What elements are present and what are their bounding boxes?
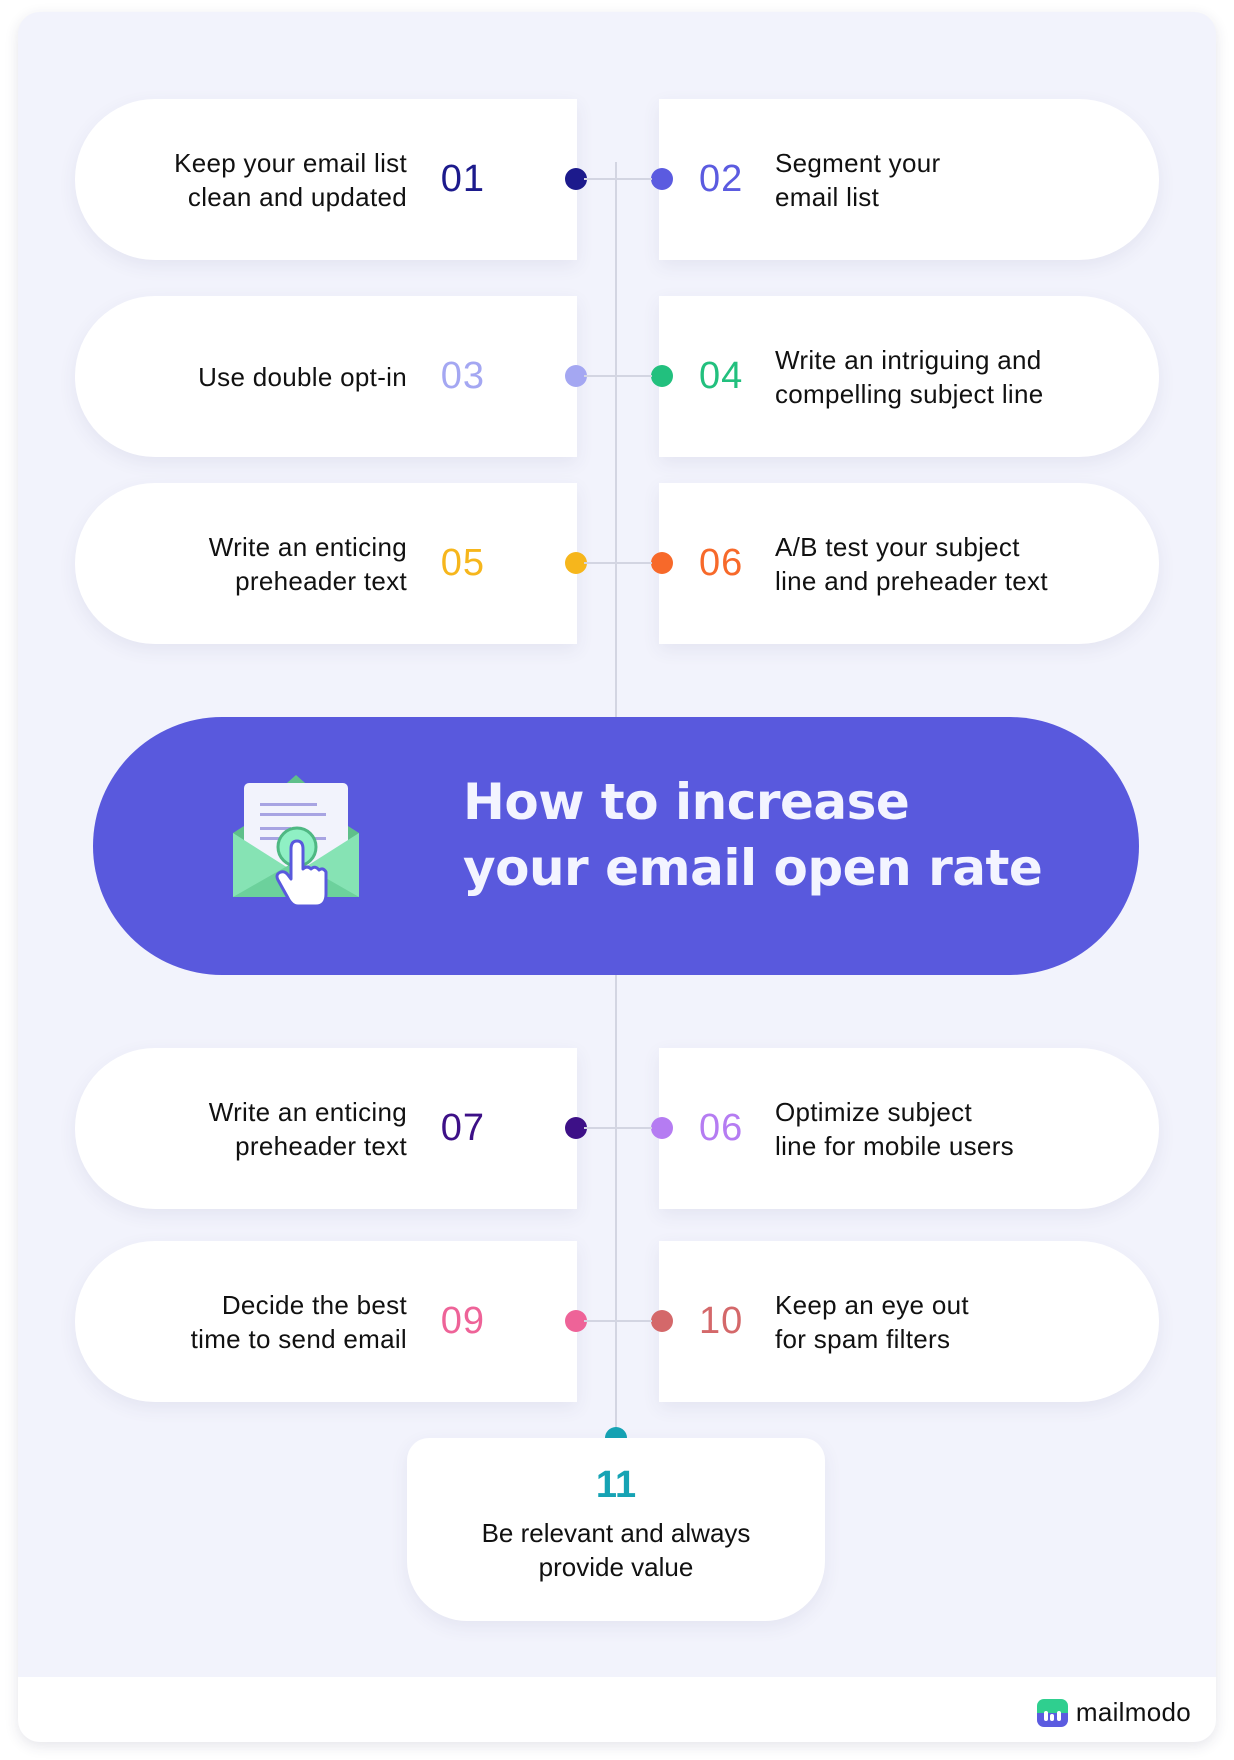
connector-line bbox=[584, 1127, 620, 1129]
tip-text-line-2: line and preheader text bbox=[775, 565, 1048, 596]
connector-line bbox=[616, 562, 652, 564]
tip-text-line-2: email list bbox=[775, 181, 880, 212]
footer: mailmodo bbox=[18, 1677, 1216, 1742]
tip-number: 06 bbox=[699, 1107, 744, 1149]
tip-text-line-1: Decide the best bbox=[221, 1289, 407, 1320]
tip-text-line-1: A/B test your subject bbox=[775, 531, 1020, 562]
page-title: How to increase your email open rate bbox=[463, 769, 1043, 901]
tip-card-7: 07 Write an enticing preheader text bbox=[75, 1048, 577, 1209]
tip-text-line-1: Be relevant and always bbox=[481, 1518, 751, 1548]
timeline-dot-06 bbox=[651, 552, 673, 574]
tip-text-line-2: time to send email bbox=[190, 1323, 407, 1354]
tip-text: Segment your email list bbox=[775, 99, 940, 260]
tip-text: Use double opt-in bbox=[198, 296, 407, 457]
brand-name: mailmodo bbox=[1075, 1697, 1191, 1727]
tip-number: 05 bbox=[440, 542, 485, 584]
timeline-dot-04 bbox=[651, 365, 673, 387]
tip-text: Keep an eye out for spam filters bbox=[775, 1241, 969, 1402]
connector-line bbox=[584, 178, 620, 180]
connector-line bbox=[616, 178, 652, 180]
tip-text-line-1: Keep your email list bbox=[174, 147, 407, 178]
mailmodo-logo-icon bbox=[1036, 1698, 1068, 1727]
tip-text: Write an enticing preheader text bbox=[209, 1048, 407, 1209]
tip-number: 06 bbox=[699, 542, 744, 584]
tip-card-1: 01 Keep your email list clean and updated bbox=[75, 99, 577, 260]
tip-text-line-1: Write an intriguing and bbox=[775, 344, 1042, 375]
tip-text-line-1: Keep an eye out bbox=[775, 1289, 969, 1320]
connector-line bbox=[584, 1320, 620, 1322]
envelope-click-icon bbox=[233, 775, 359, 908]
tip-text-line-2: line for mobile users bbox=[775, 1130, 1014, 1161]
tip-card-10: 10 Keep an eye out for spam filters bbox=[659, 1241, 1159, 1402]
tip-card-6: 06 A/B test your subject line and preheade… bbox=[659, 483, 1159, 644]
connector-line bbox=[616, 375, 652, 377]
title-banner: How to increase your email open rate bbox=[93, 717, 1139, 975]
tip-card-11: 11 Be relevant and always provide value bbox=[407, 1438, 825, 1621]
tip-number: 10 bbox=[699, 1300, 744, 1342]
connector-line bbox=[616, 1127, 652, 1129]
tip-text-line-2: preheader text bbox=[235, 1130, 407, 1161]
timeline-line-top bbox=[615, 162, 617, 722]
timeline-dot-06 bbox=[651, 1117, 673, 1139]
tip-text-line-1: Segment your bbox=[775, 147, 941, 178]
tip-card-4: 04 Write an intriguing and compelling subj… bbox=[659, 296, 1159, 457]
tip-text-line-2: compelling subject line bbox=[775, 378, 1044, 409]
tip-text: Be relevant and always provide value bbox=[407, 1516, 825, 1584]
tip-text-line-1: Write an enticing bbox=[208, 1096, 407, 1127]
tip-card-5: 05 Write an enticing preheader text bbox=[75, 483, 577, 644]
tip-text: Decide the best time to send email bbox=[191, 1241, 407, 1402]
tip-text-line-2: preheader text bbox=[235, 565, 407, 596]
tip-number: 11 bbox=[595, 1464, 637, 1506]
infographic-card: 01 Keep your email list clean and updated 0… bbox=[18, 12, 1216, 1742]
timeline-dot-02 bbox=[651, 168, 673, 190]
timeline-line-bottom bbox=[615, 972, 617, 1442]
tip-text-line-1: Use double opt-in bbox=[198, 361, 407, 392]
tip-number: 03 bbox=[440, 355, 485, 397]
title-line-1: How to increase bbox=[463, 773, 910, 831]
tip-text-line-2: clean and updated bbox=[187, 181, 407, 212]
tip-number: 04 bbox=[699, 355, 744, 397]
tip-card-8: 06 Optimize subject line for mobile users bbox=[659, 1048, 1159, 1209]
connector-line bbox=[584, 375, 620, 377]
tip-text: Write an enticing preheader text bbox=[209, 483, 407, 644]
tip-text-line-1: Optimize subject bbox=[775, 1096, 972, 1127]
connector-line bbox=[616, 1320, 652, 1322]
tip-card-9: 09 Decide the best time to send email bbox=[75, 1241, 577, 1402]
tip-text-line-1: Write an enticing bbox=[208, 531, 407, 562]
tip-text: Keep your email list clean and updated bbox=[174, 99, 407, 260]
tip-text: Write an intriguing and compelling subjec… bbox=[775, 296, 1044, 457]
tip-card-3: 03 Use double opt-in bbox=[75, 296, 577, 457]
tip-text: Optimize subject line for mobile users bbox=[775, 1048, 1014, 1209]
tip-text: A/B test your subject line and preheader … bbox=[775, 483, 1048, 644]
tip-text-line-2: for spam filters bbox=[775, 1323, 951, 1354]
tip-number: 09 bbox=[440, 1300, 485, 1342]
tip-text-line-2: provide value bbox=[538, 1552, 694, 1582]
title-line-2: your email open rate bbox=[463, 839, 1043, 897]
tip-number: 07 bbox=[440, 1107, 485, 1149]
tip-number: 02 bbox=[699, 158, 744, 200]
brand-logo: mailmodo bbox=[1036, 1697, 1191, 1728]
connector-line bbox=[584, 562, 620, 564]
timeline-dot-10 bbox=[651, 1310, 673, 1332]
tip-card-2: 02 Segment your email list bbox=[659, 99, 1159, 260]
tip-number: 01 bbox=[440, 158, 485, 200]
